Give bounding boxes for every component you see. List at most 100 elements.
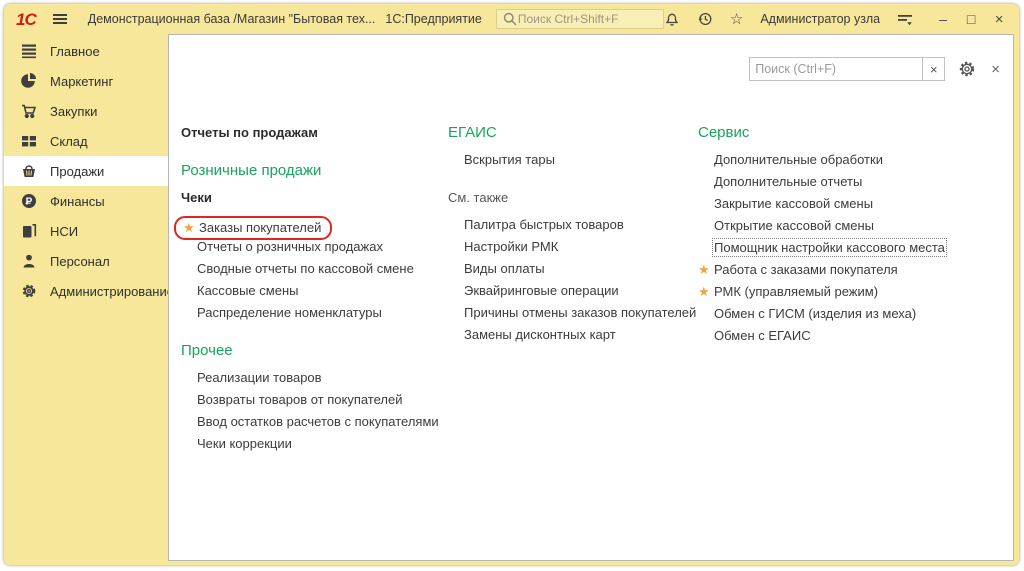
menu-item-link[interactable]: ★РМК (управляемый режим) bbox=[714, 284, 878, 299]
menu-item-label: Замены дисконтных карт bbox=[464, 327, 616, 342]
menu-item-label: Обмен с ГИСМ (изделия из меха) bbox=[714, 306, 916, 321]
sidebar-item-label: Администрирование bbox=[50, 284, 174, 299]
menu-item: Дополнительные отчеты bbox=[698, 171, 945, 193]
favorites-star-icon[interactable]: ☆ bbox=[730, 12, 743, 27]
menu-item-link[interactable]: Реализации товаров bbox=[197, 370, 322, 385]
global-search-box[interactable] bbox=[496, 9, 664, 29]
menu-item-link[interactable]: Обмен с ГИСМ (изделия из меха) bbox=[714, 306, 916, 321]
sidebar-item-label: НСИ bbox=[50, 224, 78, 239]
sidebar-item-master-data[interactable]: НСИ bbox=[4, 216, 168, 246]
favorite-star-icon[interactable]: ★ bbox=[183, 218, 199, 238]
cart-icon bbox=[21, 103, 37, 119]
current-user[interactable]: Администратор узла bbox=[760, 12, 880, 26]
menu-item-link[interactable]: Палитра быстрых товаров bbox=[464, 217, 624, 232]
database-title: Демонстрационная база /Магазин "Бытовая … bbox=[88, 12, 376, 26]
menu-item: ★Работа с заказами покупателя bbox=[698, 259, 945, 281]
minimize-button[interactable]: – bbox=[931, 12, 955, 26]
menu-item-link[interactable]: Настройки РМК bbox=[464, 239, 558, 254]
menu-item-link[interactable]: Чеки коррекции bbox=[197, 436, 292, 451]
global-search-input[interactable] bbox=[518, 12, 658, 26]
section-heading: См. также bbox=[448, 187, 696, 209]
menu-item-label: Закрытие кассовой смены bbox=[714, 196, 873, 211]
maximize-button[interactable]: □ bbox=[959, 12, 983, 26]
menu-item-label: Кассовые смены bbox=[197, 283, 298, 298]
menu-item: Замены дисконтных карт bbox=[448, 324, 696, 346]
search-icon bbox=[502, 11, 518, 27]
section-heading[interactable]: Чеки bbox=[181, 187, 439, 209]
menu-item: Чеки коррекции bbox=[181, 433, 439, 455]
sidebar-item-warehouse[interactable]: Склад bbox=[4, 126, 168, 156]
menu-item-label: Палитра быстрых товаров bbox=[464, 217, 624, 232]
sidebar-item-purchases[interactable]: Закупки bbox=[4, 96, 168, 126]
gear-icon bbox=[21, 283, 37, 299]
sidebar-item-administration[interactable]: Администрирование bbox=[4, 276, 168, 306]
menu-item-label: Помощник настройки кассового места bbox=[714, 240, 945, 255]
menu-item-link[interactable]: Вскрытия тары bbox=[464, 152, 555, 167]
menu-item-link[interactable]: Помощник настройки кассового места bbox=[714, 240, 945, 255]
menu-item-link[interactable]: Дополнительные отчеты bbox=[714, 174, 862, 189]
menu-item-link[interactable]: Сводные отчеты по кассовой смене bbox=[197, 261, 414, 276]
sidebar-item-marketing[interactable]: Маркетинг bbox=[4, 66, 168, 96]
menu-item-label: Эквайринговые операции bbox=[464, 283, 619, 298]
menu-item-link[interactable]: Ввод остатков расчетов с покупателями bbox=[197, 414, 439, 429]
menu-item-link[interactable]: Распределение номенклатуры bbox=[197, 305, 382, 320]
menu-item-link[interactable]: Закрытие кассовой смены bbox=[714, 196, 873, 211]
menu-item-label: Чеки коррекции bbox=[197, 436, 292, 451]
panel-search-input[interactable] bbox=[749, 57, 923, 81]
menu-item-label: Обмен с ЕГАИС bbox=[714, 328, 811, 343]
menu-item-link[interactable]: Причины отмены заказов покупателей bbox=[464, 305, 696, 320]
menu-item: Помощник настройки кассового места bbox=[698, 237, 945, 259]
menu-item-label: Сводные отчеты по кассовой смене bbox=[197, 261, 414, 276]
menu-item: Распределение номенклатуры bbox=[181, 302, 439, 324]
menu-item: Обмен с ЕГАИС bbox=[698, 325, 945, 347]
sidebar-item-main[interactable]: Главное bbox=[4, 36, 168, 66]
clear-search-icon[interactable]: × bbox=[922, 57, 945, 81]
menu-item-link[interactable]: Замены дисконтных карт bbox=[464, 327, 616, 342]
menu-item-label: Возвраты товаров от покупателей bbox=[197, 392, 403, 407]
menu-item: Открытие кассовой смены bbox=[698, 215, 945, 237]
menu-item-label: Реализации товаров bbox=[197, 370, 322, 385]
sidebar: Главное Маркетинг ЗакупкиСкладПродажиPФина… bbox=[4, 34, 168, 565]
menu-item: Закрытие кассовой смены bbox=[698, 193, 945, 215]
app-window: 1С Демонстрационная база /Магазин "Бытов… bbox=[4, 4, 1019, 565]
menu-section: Розничные продажи bbox=[181, 160, 439, 182]
close-button[interactable]: × bbox=[987, 12, 1011, 27]
title-bar: 1С Демонстрационная база /Магазин "Бытов… bbox=[4, 4, 1019, 34]
service-menu-icon[interactable] bbox=[897, 11, 913, 27]
menu-item-link[interactable]: ★Работа с заказами покупателя bbox=[714, 262, 898, 277]
menu-item-link[interactable]: Обмен с ЕГАИС bbox=[714, 328, 811, 343]
history-icon[interactable] bbox=[697, 11, 713, 27]
favorite-star-icon[interactable]: ★ bbox=[698, 259, 714, 281]
menu-item-link[interactable]: Открытие кассовой смены bbox=[714, 218, 874, 233]
menu-item: Настройки РМК bbox=[448, 236, 696, 258]
pie-chart-icon bbox=[21, 73, 37, 89]
hamburger-menu-icon[interactable] bbox=[52, 11, 68, 27]
sidebar-item-label: Главное bbox=[50, 44, 100, 59]
menu-item: Сводные отчеты по кассовой смене bbox=[181, 258, 439, 280]
menu-item-link[interactable]: Отчеты о розничных продажах bbox=[197, 239, 383, 254]
menu-item-link[interactable]: Кассовые смены bbox=[197, 283, 298, 298]
menu-item-link[interactable]: Возвраты товаров от покупателей bbox=[197, 392, 403, 407]
sidebar-item-label: Финансы bbox=[50, 194, 105, 209]
sidebar-item-label: Персонал bbox=[50, 254, 110, 269]
menu-item: Вскрытия тары bbox=[448, 149, 696, 171]
sidebar-item-personnel[interactable]: Персонал bbox=[4, 246, 168, 276]
menu-item-link[interactable]: Дополнительные обработки bbox=[714, 152, 883, 167]
gear-icon[interactable] bbox=[958, 60, 976, 78]
panel-close-icon[interactable]: × bbox=[991, 62, 1000, 77]
sidebar-item-sales[interactable]: Продажи bbox=[4, 156, 168, 186]
person-icon bbox=[21, 253, 37, 269]
menu-item: Палитра быстрых товаров bbox=[448, 214, 696, 236]
menu-item-link[interactable]: Виды оплаты bbox=[464, 261, 545, 276]
favorite-star-icon[interactable]: ★ bbox=[698, 281, 714, 303]
sidebar-item-finances[interactable]: PФинансы bbox=[4, 186, 168, 216]
menu-item-label: Дополнительные отчеты bbox=[714, 174, 862, 189]
menu-section: ЕГАИСВскрытия тары bbox=[448, 122, 696, 171]
menu-item-link[interactable]: Эквайринговые операции bbox=[464, 283, 619, 298]
notifications-bell-icon[interactable] bbox=[664, 11, 680, 27]
section-heading[interactable]: Отчеты по продажам bbox=[181, 122, 439, 144]
sidebar-item-label: Маркетинг bbox=[50, 74, 113, 89]
menu-item-label: Ввод остатков расчетов с покупателями bbox=[197, 414, 439, 429]
menu-item: Кассовые смены bbox=[181, 280, 439, 302]
menu-section: См. также Палитра быстрых товаров Настройк… bbox=[448, 187, 696, 346]
